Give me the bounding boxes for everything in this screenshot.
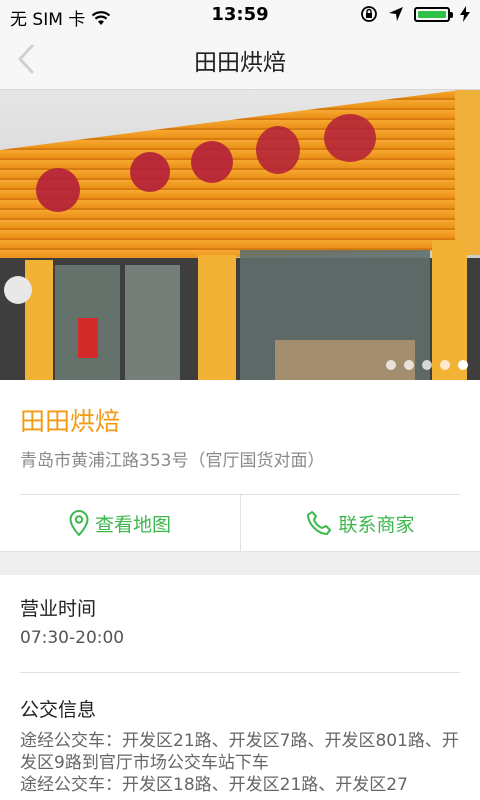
view-map-button[interactable]: 查看地图 <box>0 495 240 551</box>
view-map-label: 查看地图 <box>94 513 171 536</box>
location-arrow-icon <box>389 7 403 21</box>
map-pin-icon <box>69 510 89 536</box>
hours-value: 07:30-20:00 <box>20 628 125 648</box>
section-separator <box>0 551 480 575</box>
contact-merchant-button[interactable]: 联系商家 <box>240 495 480 551</box>
rotation-lock-icon <box>361 6 377 22</box>
carousel-dot[interactable] <box>440 360 450 370</box>
bus-line-text: 途经公交车：开发区21路、开发区7路、开发区801路、开发区9路到官厅市场公交车… <box>20 731 459 773</box>
nav-bar: 田田烘焙 <box>0 30 480 90</box>
bus-line-text: 途经公交车：开发区18路、开发区21路、开发区27 <box>20 775 408 795</box>
shop-address: 青岛市黄浦江路353号（官厅国货对面） <box>20 451 325 471</box>
carousel-indicator <box>386 360 468 370</box>
charging-bolt-icon <box>460 6 470 22</box>
storefront-photo <box>0 90 480 380</box>
shop-name: 田田烘焙 <box>20 407 121 436</box>
status-right <box>360 5 470 23</box>
battery-icon <box>414 6 453 22</box>
status-bar: 无 SIM 卡 13:59 <box>0 0 480 30</box>
carousel-dot[interactable] <box>404 360 414 370</box>
bus-info-title: 公交信息 <box>20 699 97 721</box>
storefront-photo-carousel[interactable] <box>0 90 480 380</box>
divider <box>20 672 460 673</box>
carousel-dot[interactable] <box>386 360 396 370</box>
phone-icon <box>307 511 332 535</box>
carousel-dot[interactable] <box>422 360 432 370</box>
page-title: 田田烘焙 <box>194 50 286 76</box>
bus-info-lines: 途经公交车：开发区21路、开发区7路、开发区801路、开发区9路到官厅市场公交车… <box>20 730 465 796</box>
hours-title: 营业时间 <box>20 598 97 620</box>
carousel-dot-active[interactable] <box>458 360 468 370</box>
contact-merchant-label: 联系商家 <box>338 513 415 536</box>
action-bar: 查看地图 联系商家 <box>0 495 480 551</box>
